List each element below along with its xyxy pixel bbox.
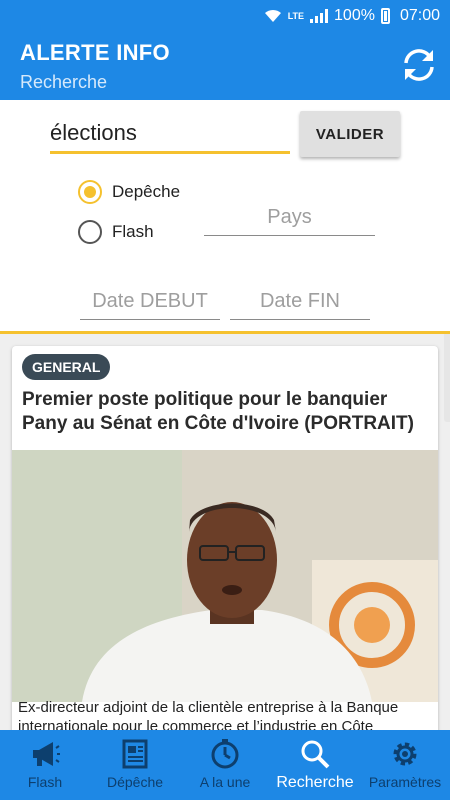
clock-time: 07:00 <box>399 7 440 24</box>
app-bar: ALERTE INFO Recherche <box>0 32 450 100</box>
category-badge: GENERAL <box>22 354 111 380</box>
search-input[interactable]: élections <box>50 116 290 154</box>
wifi-icon <box>264 9 281 22</box>
news-feed[interactable]: GENERAL Premier poste politique pour le … <box>0 334 450 730</box>
news-card[interactable]: GENERAL Premier poste politique pour le … <box>12 346 438 730</box>
tab-label: Flash <box>27 774 63 790</box>
tab-recherche[interactable]: Recherche <box>270 730 360 800</box>
news-headline[interactable]: Premier poste politique pour le banquier… <box>22 388 428 436</box>
tab-a-la-une[interactable]: A la une <box>180 730 270 800</box>
app-subtitle: Recherche <box>20 72 108 92</box>
refresh-icon[interactable] <box>400 46 438 84</box>
tab-parametres[interactable]: Paramètres <box>360 730 450 800</box>
app-title: ALERTE INFO <box>20 40 170 65</box>
tab-label: Recherche <box>276 774 354 791</box>
radio-label: Depêche <box>112 182 181 201</box>
tab-label: Paramètres <box>368 774 442 790</box>
radio-unchecked-icon <box>78 220 102 244</box>
country-input[interactable]: Pays <box>204 202 375 236</box>
tab-label: Dépêche <box>106 774 164 790</box>
network-type: LTE <box>287 10 305 21</box>
tab-flash[interactable]: Flash <box>0 730 90 800</box>
radio-checked-icon <box>78 180 102 204</box>
news-excerpt: Ex-directeur adjoint de la clientèle ent… <box>18 699 399 730</box>
search-form: élections VALIDER Depêche Flash Pays Dat… <box>0 100 450 332</box>
date-end-input[interactable]: Date FIN <box>230 286 370 320</box>
scroll-handle[interactable] <box>444 334 450 422</box>
megaphone-icon <box>33 742 60 766</box>
newspaper-icon <box>122 739 148 769</box>
gear-icon <box>393 742 417 766</box>
validate-button[interactable]: VALIDER <box>300 111 400 157</box>
portrait-image <box>12 450 438 702</box>
bottom-navigation: Flash Dépêche A la une Recherche Paramèt… <box>0 730 450 800</box>
battery-percent: 100% <box>334 7 375 24</box>
battery-icon <box>380 8 390 24</box>
radio-depeche[interactable]: Depêche <box>78 180 180 204</box>
clock-icon <box>211 739 239 769</box>
status-bar: LTE 100% 07:00 <box>0 0 450 32</box>
radio-label: Flash <box>112 222 154 241</box>
search-icon <box>301 740 330 769</box>
portrait-photo[interactable] <box>12 450 438 702</box>
date-start-input[interactable]: Date DEBUT <box>80 286 220 320</box>
tab-depeche[interactable]: Dépêche <box>90 730 180 800</box>
signal-icon <box>310 9 329 23</box>
radio-flash[interactable]: Flash <box>78 220 154 244</box>
tab-label: A la une <box>199 774 251 790</box>
